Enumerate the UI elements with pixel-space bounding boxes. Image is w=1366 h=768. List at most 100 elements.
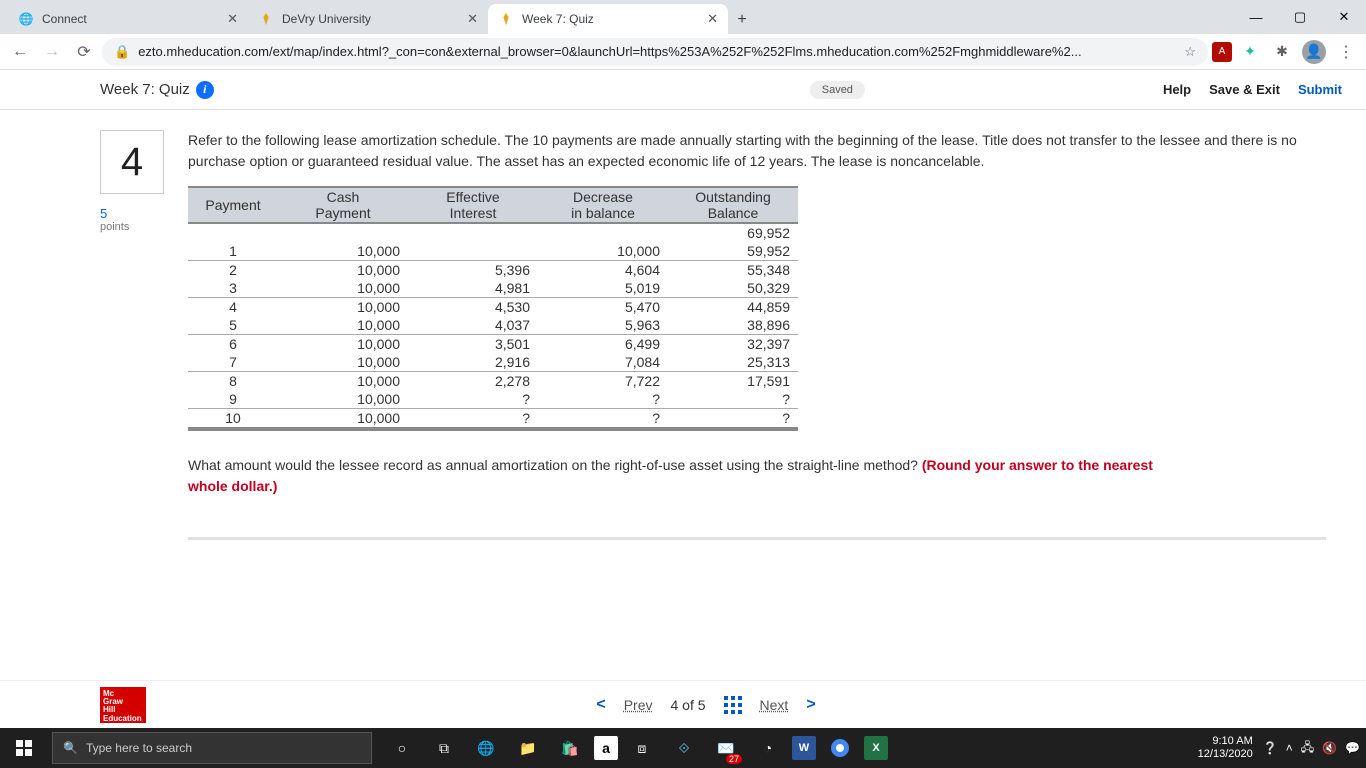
table-cell: 59,952 xyxy=(668,242,798,261)
taskbar-search[interactable]: 🔍 Type here to search xyxy=(52,732,372,764)
ext-grammarly-icon[interactable]: ✦ xyxy=(1236,38,1264,66)
volume-mute-icon[interactable]: 🔇 xyxy=(1322,741,1337,755)
saved-badge: Saved xyxy=(810,81,865,99)
tab-connect[interactable]: 🌐 Connect ✕ xyxy=(8,4,248,34)
new-tab-button[interactable]: + xyxy=(728,6,756,34)
question-scroll[interactable]: 4 5 points Refer to the following lease … xyxy=(0,110,1366,680)
chevron-left-icon[interactable]: < xyxy=(596,696,605,714)
reload-button[interactable]: ⟳ xyxy=(70,38,98,66)
tab-devry[interactable]: DeVry University ✕ xyxy=(248,4,488,34)
clock-date: 12/13/2020 xyxy=(1198,748,1253,761)
profile-avatar[interactable]: 👤 xyxy=(1300,38,1328,66)
quiz-body: 4 5 points Refer to the following lease … xyxy=(0,110,1366,680)
table-row: 610,0003,5016,49932,397 xyxy=(188,335,798,354)
table-cell: 5,963 xyxy=(538,316,668,335)
table-cell: 10 xyxy=(188,409,278,430)
table-cell: 7,722 xyxy=(538,372,668,391)
mcgraw-hill-logo: Mc Graw Hill Education xyxy=(100,687,146,723)
table-cell: 2,916 xyxy=(408,353,538,372)
network-icon[interactable]: 🖧 xyxy=(1301,738,1314,759)
submit-button[interactable]: Submit xyxy=(1298,82,1342,97)
chrome-icon[interactable] xyxy=(822,730,858,766)
chevron-right-icon[interactable]: > xyxy=(806,696,815,714)
cortana-icon[interactable]: ○ xyxy=(384,730,420,766)
address-bar[interactable]: 🔒 ezto.mheducation.com/ext/map/index.htm… xyxy=(102,38,1208,66)
amortization-table: Payment Cash Payment Effective Interest … xyxy=(188,186,798,431)
question-text: Refer to the following lease amortizatio… xyxy=(188,130,1326,172)
info-icon[interactable]: i xyxy=(196,81,214,99)
forward-button[interactable]: → xyxy=(38,38,66,66)
table-cell: ? xyxy=(668,409,798,430)
clock-time: 9:10 AM xyxy=(1198,735,1253,748)
minimize-button[interactable]: — xyxy=(1234,0,1278,34)
table-row: 1010,000??? xyxy=(188,409,798,430)
table-row: 310,0004,9815,01950,329 xyxy=(188,279,798,298)
table-cell: 32,397 xyxy=(668,335,798,354)
kebab-menu[interactable]: ⋮ xyxy=(1332,38,1360,66)
table-cell: 3 xyxy=(188,279,278,298)
table-cell: 10,000 xyxy=(278,372,408,391)
table-cell: ? xyxy=(538,409,668,430)
close-icon[interactable]: ✕ xyxy=(467,11,478,27)
word-icon[interactable]: W xyxy=(792,736,816,760)
save-exit-link[interactable]: Save & Exit xyxy=(1209,82,1280,97)
edge-icon[interactable]: 🌐 xyxy=(468,730,504,766)
maximize-button[interactable]: ▢ xyxy=(1278,0,1322,34)
prev-button[interactable]: Prev xyxy=(624,697,653,713)
table-cell: 55,348 xyxy=(668,261,798,280)
next-button[interactable]: Next xyxy=(760,697,789,713)
th-balance: Outstanding Balance xyxy=(668,187,798,223)
table-cell: 69,952 xyxy=(668,223,798,242)
table-cell: 6,499 xyxy=(538,335,668,354)
close-window-button[interactable]: ✕ xyxy=(1322,0,1366,34)
url-text: ezto.mheducation.com/ext/map/index.html?… xyxy=(138,44,1176,59)
table-cell: 10,000 xyxy=(278,242,408,261)
points-value: 5 xyxy=(100,206,164,221)
table-cell: 8 xyxy=(188,372,278,391)
table-cell xyxy=(188,223,278,242)
app2-icon[interactable]: ◔ xyxy=(750,730,786,766)
help-tray-icon[interactable]: ❔ xyxy=(1263,741,1278,755)
table-row: 410,0004,5305,47044,859 xyxy=(188,298,798,317)
notifications-icon[interactable]: 💬 xyxy=(1345,741,1360,755)
explorer-icon[interactable]: 📁 xyxy=(510,730,546,766)
extensions-button[interactable]: ✱ xyxy=(1268,38,1296,66)
question-grid-icon[interactable] xyxy=(724,696,742,714)
table-cell: 10,000 xyxy=(278,279,408,298)
dropbox-icon[interactable]: ⧈ xyxy=(624,730,660,766)
system-clock[interactable]: 9:10 AM 12/13/2020 xyxy=(1188,735,1263,761)
table-cell xyxy=(538,223,668,242)
table-cell xyxy=(408,242,538,261)
table-cell: 5,470 xyxy=(538,298,668,317)
table-cell: 10,000 xyxy=(278,409,408,430)
ext-acrobat-icon[interactable]: A xyxy=(1212,42,1232,62)
amazon-icon[interactable]: a xyxy=(594,736,618,760)
table-cell: 1 xyxy=(188,242,278,261)
chevron-up-icon[interactable]: ˄ xyxy=(1286,741,1293,755)
taskview-icon[interactable]: ⧉ xyxy=(426,730,462,766)
store-icon[interactable]: 🛍️ xyxy=(552,730,588,766)
globe-icon: 🌐 xyxy=(18,11,34,27)
quiz-header: Week 7: Quiz i Saved Help Save & Exit Su… xyxy=(0,70,1366,110)
close-icon[interactable]: ✕ xyxy=(707,11,718,27)
start-button[interactable] xyxy=(0,728,48,768)
prompt-text: What amount would the lessee record as a… xyxy=(188,457,922,473)
app-icon[interactable]: ⟐ xyxy=(666,730,702,766)
table-cell: 9 xyxy=(188,390,278,409)
window-controls: — ▢ ✕ xyxy=(1234,0,1366,34)
tab-quiz[interactable]: Week 7: Quiz ✕ xyxy=(488,4,728,34)
table-cell: 7 xyxy=(188,353,278,372)
th-interest: Effective Interest xyxy=(408,187,538,223)
mail-icon[interactable]: ✉️ xyxy=(708,730,744,766)
table-row: 710,0002,9167,08425,313 xyxy=(188,353,798,372)
table-cell: 4 xyxy=(188,298,278,317)
table-cell: 38,896 xyxy=(668,316,798,335)
table-cell: 5,019 xyxy=(538,279,668,298)
excel-icon[interactable]: X xyxy=(864,736,888,760)
table-cell: 25,313 xyxy=(668,353,798,372)
table-cell: 10,000 xyxy=(278,335,408,354)
help-link[interactable]: Help xyxy=(1163,82,1191,97)
close-icon[interactable]: ✕ xyxy=(227,11,238,27)
back-button[interactable]: ← xyxy=(6,38,34,66)
star-icon[interactable]: ☆ xyxy=(1184,44,1196,60)
